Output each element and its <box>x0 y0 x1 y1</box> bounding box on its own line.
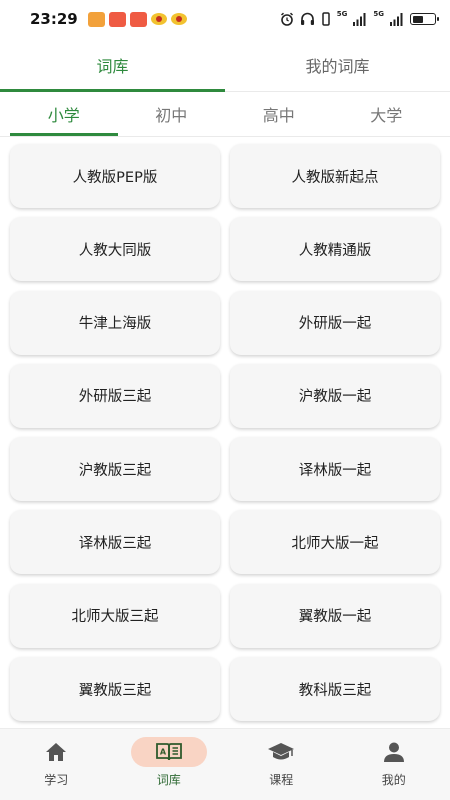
nav-icon-container <box>243 737 319 767</box>
textbook-grid: 人教版PEP版 人教版新起点 人教大同版 人教精通版 牛津上海版 外研版一起 外… <box>0 137 450 727</box>
nav-label: 课程 <box>269 773 294 787</box>
nav-profile[interactable]: 我的 <box>338 729 450 800</box>
nav-label: 学习 <box>44 773 69 787</box>
app-notification-icon <box>108 11 126 27</box>
vibrate-icon <box>322 12 330 26</box>
tab-my-vocabulary[interactable]: 我的词库 <box>225 38 450 91</box>
weibo-icon <box>170 13 187 25</box>
textbook-card[interactable]: 译林版三起 <box>10 510 220 575</box>
tab-senior-high[interactable]: 高中 <box>225 92 333 136</box>
tab-university[interactable]: 大学 <box>333 92 441 136</box>
tab-junior-high[interactable]: 初中 <box>118 92 226 136</box>
network-type-label: 5G <box>373 10 384 18</box>
tab-primary-school[interactable]: 小学 <box>10 92 118 136</box>
signal-icon <box>353 12 366 26</box>
textbook-card[interactable]: 翼教版三起 <box>10 657 220 722</box>
textbook-card[interactable]: 沪教版三起 <box>10 437 220 502</box>
textbook-card[interactable]: 人教精通版 <box>230 217 440 282</box>
nav-icon-container <box>18 737 94 767</box>
home-icon <box>46 743 67 761</box>
textbook-card[interactable]: 译林版一起 <box>230 437 440 502</box>
person-icon <box>383 742 404 762</box>
network-type-label: 5G <box>336 10 348 18</box>
textbook-card[interactable]: 人教版新起点 <box>230 144 440 208</box>
alarm-icon <box>280 12 293 26</box>
textbook-card[interactable]: 教科版三起 <box>230 657 440 722</box>
battery-icon <box>410 13 439 25</box>
top-tabs: 词库 我的词库 <box>0 38 450 92</box>
textbook-card[interactable]: 人教版PEP版 <box>10 144 220 208</box>
bottom-nav: 学习 A 词库 课程 我的 <box>0 728 450 800</box>
tab-vocabulary[interactable]: 词库 <box>0 38 225 92</box>
textbook-card[interactable]: 沪教版一起 <box>230 363 440 428</box>
system-icons: 5G 5G <box>280 10 439 26</box>
book-icon: A <box>155 743 182 761</box>
textbook-card[interactable]: 人教大同版 <box>10 217 220 282</box>
graduation-cap-icon <box>268 743 295 760</box>
nav-vocabulary[interactable]: A 词库 <box>113 729 226 800</box>
textbook-card[interactable]: 外研版三起 <box>10 363 220 428</box>
status-bar: 23:29 5G 5G <box>0 0 450 38</box>
textbook-card[interactable]: 北师大版三起 <box>10 583 220 648</box>
nav-icon-container <box>356 737 432 767</box>
signal-icon <box>390 12 403 26</box>
app-notification-icon <box>87 11 105 27</box>
app-notification-icon <box>129 11 147 27</box>
grade-tabs: 小学 初中 高中 大学 <box>0 92 450 137</box>
textbook-card[interactable]: 翼教版一起 <box>230 583 440 648</box>
nav-study[interactable]: 学习 <box>0 729 113 800</box>
headphones-icon <box>300 12 314 25</box>
svg-text:A: A <box>160 748 167 757</box>
nav-courses[interactable]: 课程 <box>225 729 338 800</box>
textbook-card[interactable]: 外研版一起 <box>230 290 440 355</box>
nav-label: 词库 <box>156 773 181 787</box>
nav-label: 我的 <box>381 773 406 787</box>
status-time: 23:29 <box>30 10 78 28</box>
textbook-card[interactable]: 牛津上海版 <box>10 290 220 355</box>
weibo-icon <box>150 13 167 25</box>
notification-icons <box>87 11 187 27</box>
nav-icon-container: A <box>130 737 207 767</box>
textbook-card[interactable]: 北师大版一起 <box>230 510 440 575</box>
